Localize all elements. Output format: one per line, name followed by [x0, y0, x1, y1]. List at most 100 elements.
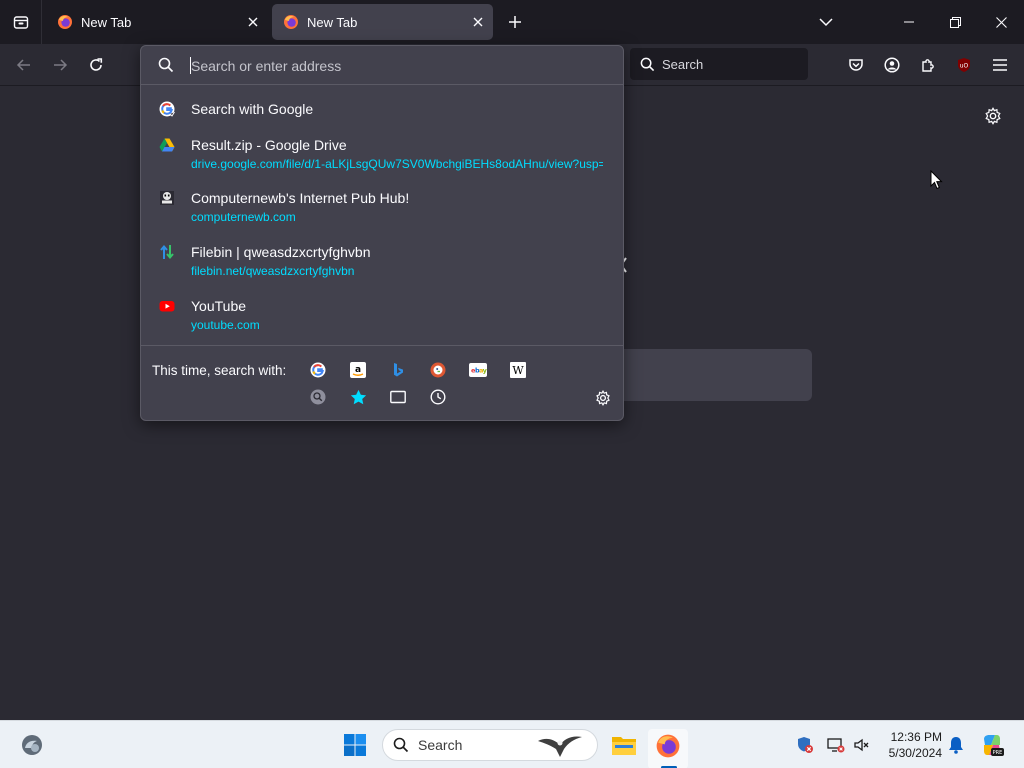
- bookmarks-star-icon: [350, 389, 366, 404]
- result-row[interactable]: Result.zip - Google Drive drive.google.c…: [147, 137, 617, 177]
- arrow-left-icon: [16, 59, 30, 71]
- minimize-icon: [904, 21, 914, 23]
- back-button[interactable]: [10, 51, 38, 79]
- search-icon: [640, 57, 655, 71]
- close-window-button[interactable]: [978, 0, 1024, 44]
- volume-tray[interactable]: [852, 735, 872, 755]
- tab-strip: New Tab New Tab: [0, 0, 1024, 44]
- close-icon: [248, 17, 258, 27]
- minimize-button[interactable]: [886, 0, 932, 44]
- toolbar-search-box[interactable]: Search: [630, 48, 808, 80]
- result-row[interactable]: YouTube youtube.com: [147, 298, 617, 338]
- reload-icon: [90, 58, 103, 71]
- windows-taskbar: Search 12:36 PM 5/30/2024 PRE: [0, 720, 1024, 768]
- network-tray[interactable]: [826, 735, 846, 755]
- forward-button[interactable]: [46, 51, 74, 79]
- personalize-new-tab-button[interactable]: [980, 103, 1006, 129]
- firefox-icon: [656, 734, 680, 758]
- result-title: YouTube: [191, 298, 247, 314]
- search-settings-button[interactable]: [593, 388, 613, 408]
- search-highlight-bird-icon: [538, 736, 582, 757]
- new-tab-button[interactable]: [502, 9, 528, 35]
- oneoff-tabs-search-button[interactable]: [309, 388, 327, 406]
- chevron-down-icon: [819, 18, 833, 27]
- search-tabs-icon: [310, 389, 326, 405]
- history-clock-icon: [430, 389, 446, 405]
- svg-text:uO: uO: [960, 63, 969, 70]
- taskbar-search-box[interactable]: Search: [382, 729, 598, 761]
- clock-time: 12:36 PM: [890, 730, 942, 744]
- pocket-button[interactable]: [842, 51, 870, 79]
- duckduckgo-icon: [430, 362, 446, 378]
- search-placeholder: Search: [662, 56, 704, 72]
- windows-start-icon[interactable]: [343, 733, 367, 757]
- result-row[interactable]: Filebin | qweasdzxcrtyfghvbn filebin.net…: [147, 244, 617, 284]
- ublock-origin-button[interactable]: uO: [950, 51, 978, 79]
- youtube-icon: [159, 301, 175, 312]
- reload-button[interactable]: [82, 51, 110, 79]
- system-clock[interactable]: 12:36 PM 5/30/2024: [870, 729, 942, 761]
- bell-icon: [949, 737, 963, 754]
- restore-button[interactable]: [932, 0, 978, 44]
- text-caret: [190, 57, 191, 74]
- google-search-icon: [159, 101, 175, 117]
- tab-new-tab-1[interactable]: New Tab: [46, 4, 268, 40]
- oneoff-amazon-button[interactable]: a: [349, 361, 367, 379]
- google-icon: [310, 362, 326, 378]
- result-url: filebin.net/qweasdzxcrtyfghvbn: [191, 264, 355, 278]
- tab-title: New Tab: [307, 14, 358, 30]
- close-icon: [473, 17, 483, 27]
- svg-text:PRE: PRE: [993, 750, 1003, 756]
- close-tab-button[interactable]: [469, 13, 487, 31]
- close-tab-button[interactable]: [244, 13, 262, 31]
- oneoff-history-button[interactable]: [429, 388, 447, 406]
- volume-muted-icon: [854, 738, 869, 752]
- app-menu-button[interactable]: [986, 51, 1014, 79]
- firefox-icon: [58, 15, 72, 29]
- tab-new-tab-2[interactable]: New Tab: [272, 4, 493, 40]
- result-title: Filebin | qweasdzxcrtyfghvbn: [191, 244, 371, 260]
- pocket-icon: [849, 59, 863, 71]
- restore-icon: [949, 16, 961, 28]
- page-search-box[interactable]: [600, 349, 812, 401]
- oneoff-bookmarks-button[interactable]: [349, 388, 367, 406]
- gear-icon: [985, 107, 1001, 125]
- account-button[interactable]: [878, 51, 906, 79]
- oneoff-wikipedia-button[interactable]: W: [509, 361, 527, 379]
- oneoff-open-tabs-button[interactable]: [389, 388, 407, 406]
- account-icon: [884, 57, 900, 73]
- windows-security-tray[interactable]: [795, 735, 815, 755]
- widgets-icon[interactable]: [20, 733, 44, 757]
- puzzle-icon: [922, 59, 934, 72]
- firefox-icon: [284, 15, 298, 29]
- list-all-tabs-button[interactable]: [813, 9, 839, 35]
- gear-icon: [596, 390, 610, 406]
- search-icon: [393, 737, 409, 753]
- firefox-view-button[interactable]: [0, 0, 42, 44]
- taskbar-firefox[interactable]: [648, 729, 688, 768]
- firefox-view-icon: [13, 16, 28, 29]
- notifications-tray[interactable]: [946, 735, 966, 755]
- result-row[interactable]: Search with Google: [147, 101, 617, 125]
- clock-date: 5/30/2024: [888, 746, 942, 760]
- taskbar-file-explorer[interactable]: [604, 729, 644, 768]
- oneoff-bing-button[interactable]: [389, 361, 407, 379]
- oneoff-duckduckgo-button[interactable]: [429, 361, 447, 379]
- result-title: Search with Google: [191, 101, 314, 117]
- result-title: Computernewb's Internet Pub Hub!: [191, 190, 410, 206]
- copilot-tray[interactable]: PRE: [980, 733, 1004, 757]
- oneoff-google-button[interactable]: [309, 361, 327, 379]
- urlbar-popup: Search with Google Result.zip - Google D…: [140, 45, 624, 421]
- result-url: drive.google.com/file/d/1-aLKjLsgQUw7SV0…: [191, 157, 603, 171]
- google-drive-icon: [159, 138, 175, 152]
- mouse-cursor-icon: [930, 170, 943, 190]
- result-row[interactable]: Computernewb's Internet Pub Hub! compute…: [147, 190, 617, 230]
- filebin-icon: [160, 244, 174, 260]
- oneoff-ebay-button[interactable]: e b a y: [469, 361, 487, 379]
- result-url: computernewb.com: [191, 210, 296, 224]
- urlbar-input[interactable]: [191, 55, 611, 77]
- extensions-button[interactable]: [914, 51, 942, 79]
- svg-text:a: a: [355, 365, 361, 375]
- arrow-right-icon: [54, 59, 68, 71]
- one-off-search-label: This time, search with:: [152, 363, 287, 378]
